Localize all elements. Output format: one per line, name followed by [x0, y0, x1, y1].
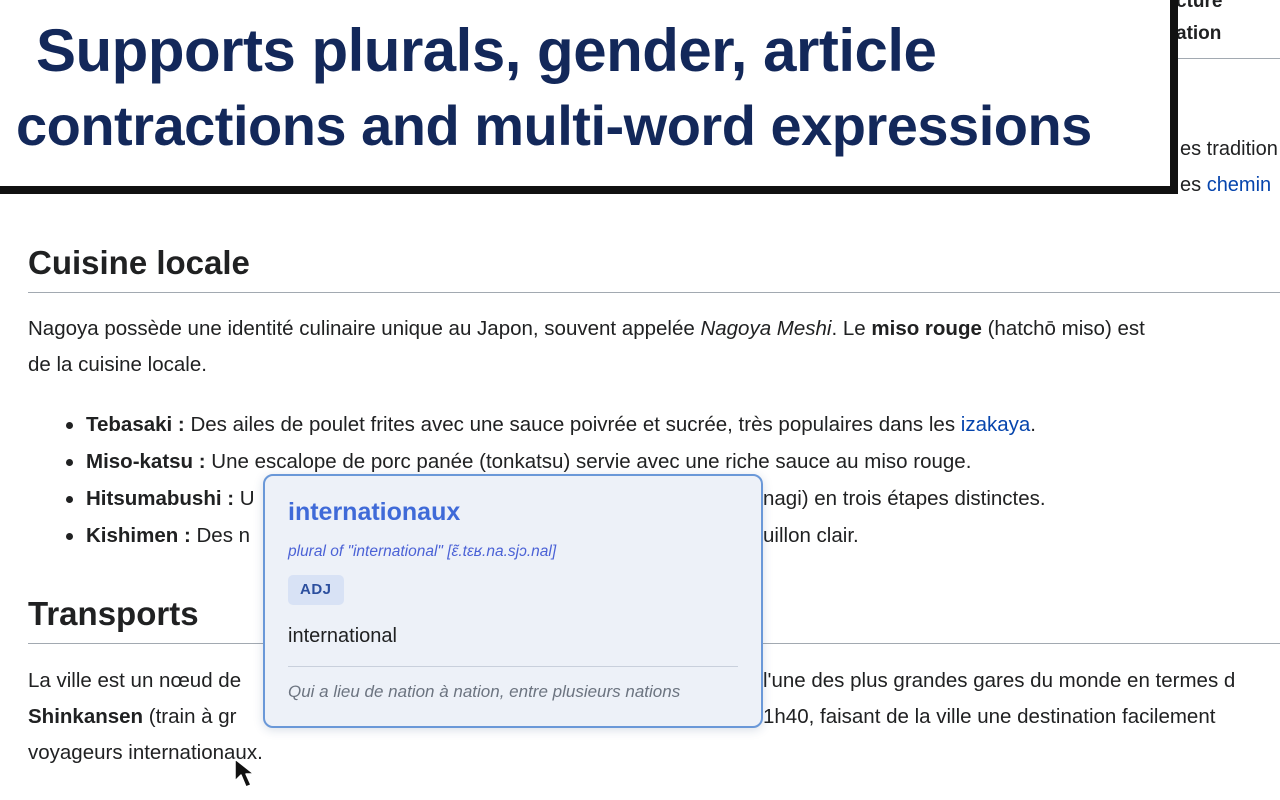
heading-divider	[28, 292, 1280, 293]
list-item-kishimen-tail: uillon clair.	[763, 524, 859, 547]
paragraph-fragment-text: es	[1180, 174, 1207, 196]
transports-line-3: voyageurs internationaux.	[28, 741, 263, 764]
text: (train à gr	[143, 705, 237, 728]
list-item-tebasaki: Tebasaki : Des ailes de poulet frites av…	[62, 412, 1036, 449]
list-item-hitsumabushi-tail: nagi) en trois étapes distinctes.	[763, 487, 1046, 510]
feature-banner: Supports plurals, gender, article contra…	[0, 0, 1174, 190]
banner-headline-2: contractions and multi-word expressions	[16, 94, 1092, 157]
list-text: Des ailes de poulet frites avec une sauc…	[184, 413, 961, 436]
list-text: Des n	[190, 524, 251, 547]
nav-fragment-1[interactable]: cture	[1176, 0, 1222, 13]
list-text: Une escalope de porc panée (tonkatsu) se…	[205, 450, 972, 473]
popup-definition: Qui a lieu de nation à nation, entre plu…	[288, 682, 681, 701]
text: Nagoya possède une identité culinaire un…	[28, 317, 701, 340]
list-term: Kishimen :	[86, 524, 191, 547]
article-page: cture ation es tradition es chemin Cuisi…	[0, 0, 1280, 800]
bold-term: miso rouge	[871, 317, 982, 340]
popup-headword: internationaux	[288, 498, 461, 526]
mouse-pointer-icon	[234, 758, 255, 788]
izakaya-link[interactable]: izakaya	[961, 413, 1031, 436]
list-term: Tebasaki :	[86, 413, 185, 436]
transports-line-1-tail: l'une des plus grandes gares du monde en…	[763, 669, 1236, 692]
transports-line-2-tail: 1h40, faisant de la ville une destinatio…	[763, 705, 1216, 728]
text: . Le	[831, 317, 872, 340]
nav-divider	[1176, 58, 1280, 59]
transports-line-1: La ville est un nœud de	[28, 669, 242, 692]
cuisine-paragraph-line-2: de la cuisine locale.	[28, 353, 207, 376]
nav-fragment-2[interactable]: ation	[1176, 23, 1221, 45]
dictionary-popup[interactable]: internationaux plural of "international"…	[263, 474, 763, 728]
paragraph-fragment-1: es tradition	[1180, 138, 1278, 160]
list-term: Miso-katsu :	[86, 450, 206, 473]
bold-term: Shinkansen	[28, 705, 144, 728]
list-text-end: .	[1030, 413, 1036, 436]
section-heading-transports: Transports	[28, 595, 199, 632]
popup-inflection-info: plural of "international" [ɛ̃.tɛʁ.na.sjɔ…	[288, 543, 557, 560]
popup-lemma: international	[288, 625, 397, 647]
cuisine-paragraph-line-1: Nagoya possède une identité culinaire un…	[28, 316, 1145, 342]
part-of-speech-badge: ADJ	[288, 575, 344, 605]
text: (hatchō miso) est	[981, 317, 1145, 340]
list-text: U	[234, 487, 255, 510]
list-term: Hitsumabushi :	[86, 487, 235, 510]
section-heading-cuisine: Cuisine locale	[28, 244, 250, 281]
popup-divider	[288, 666, 738, 667]
italic-term: Nagoya Meshi	[700, 317, 832, 340]
transports-line-2: Shinkansen (train à gr	[28, 704, 236, 730]
paragraph-fragment-2: es chemin	[1180, 174, 1271, 197]
chemin-link[interactable]: chemin	[1207, 174, 1271, 196]
banner-headline-1: Supports plurals, gender, article	[36, 17, 937, 84]
